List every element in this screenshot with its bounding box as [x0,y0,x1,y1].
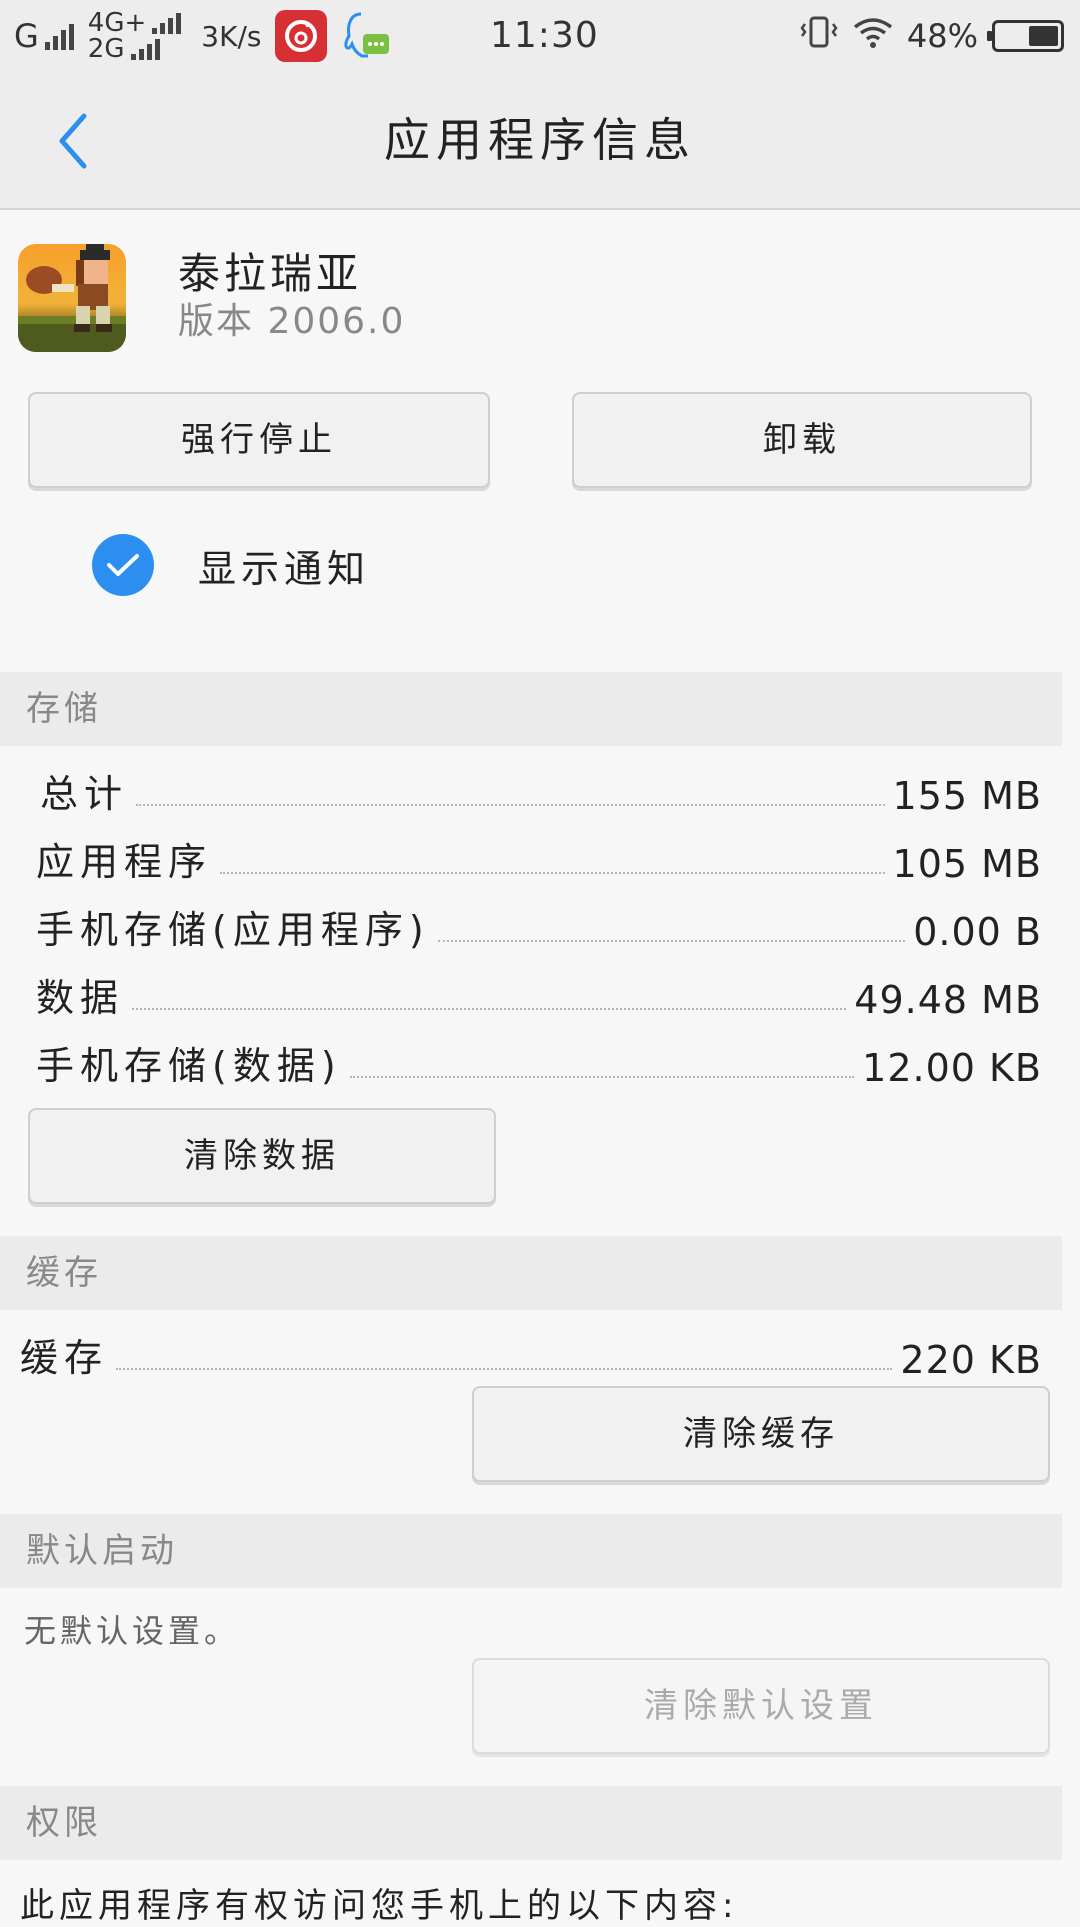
section-header-permissions: 权限 [0,1786,1062,1860]
storage-row-label: 应用程序 [36,840,213,884]
status-left: G 4G+ 2G 3K/s [14,0,393,72]
page-title: 应用程序信息 [384,113,696,167]
app-icon [18,244,126,352]
dot-leader [136,804,885,806]
signal2-bottom-label: 2G [87,34,125,64]
cache-label: 缓存 [20,1336,109,1380]
title-bar: 应用程序信息 [0,72,1080,210]
app-header: 泰拉瑞亚 版本 2006.0 [0,210,1080,370]
signal-strength-icon [130,38,160,60]
clock: 11:30 [490,15,599,56]
status-right: 48% [799,0,1064,72]
section-header-default-launch: 默认启动 [0,1514,1062,1588]
uninstall-button[interactable]: 卸载 [572,392,1032,488]
signal2-top-label: 4G+ [87,8,147,38]
show-notification-label: 显示通知 [198,546,371,591]
dot-leader [132,1008,847,1010]
battery-percent: 48% [906,17,978,55]
clear-cache-button[interactable]: 清除缓存 [472,1386,1050,1482]
section-header-storage: 存储 [0,672,1062,746]
show-notification-row[interactable]: 显示通知 [92,534,370,596]
storage-row-label: 手机存储(数据) [36,1044,342,1088]
netease-music-icon [275,10,328,62]
dot-leader [220,872,885,874]
dot-leader [437,940,906,942]
network-speed: 3K/s [201,19,262,53]
chat-notification-icon [341,10,393,62]
section-header-cache: 缓存 [0,1236,1062,1310]
signal1-label: G [14,17,39,55]
storage-row-phone-app: 手机存储(应用程序) 0.00 B [0,894,1062,954]
battery-icon [987,20,1064,52]
storage-row-value: 105 MB [892,842,1042,886]
cache-value: 220 KB [900,1338,1042,1382]
storage-row-value: 0.00 B [913,910,1042,954]
storage-row-value: 49.48 MB [854,978,1042,1022]
signal-strength-icon [152,12,182,34]
cache-row: 缓存 220 KB [0,1322,1062,1382]
storage-row-total: 总计 155 MB [0,758,1062,818]
storage-row-value: 12.00 KB [862,1046,1042,1090]
clear-defaults-button: 清除默认设置 [472,1658,1050,1754]
signal-strength-icon [44,22,74,50]
status-bar: G 4G+ 2G 3K/s 11:30 48% [0,0,1080,72]
app-version: 版本 2006.0 [178,301,406,342]
force-stop-button[interactable]: 强行停止 [28,392,490,488]
dot-leader [116,1368,893,1370]
storage-row-label: 数据 [36,976,125,1020]
storage-row-value: 155 MB [892,774,1042,818]
storage-row-data: 数据 49.48 MB [0,962,1062,1022]
dot-leader [349,1076,855,1078]
network-stack: 4G+ 2G [87,8,182,64]
storage-row-label: 手机存储(应用程序) [36,908,430,952]
vibrate-icon [799,14,839,58]
no-defaults-text: 无默认设置。 [24,1612,241,1650]
clear-data-button[interactable]: 清除数据 [28,1108,496,1204]
storage-row-label: 总计 [40,772,129,816]
wifi-icon [853,15,893,57]
checkbox-checked-icon[interactable] [92,534,154,596]
storage-row-app: 应用程序 105 MB [0,826,1062,886]
storage-row-phone-data: 手机存储(数据) 12.00 KB [0,1030,1062,1090]
